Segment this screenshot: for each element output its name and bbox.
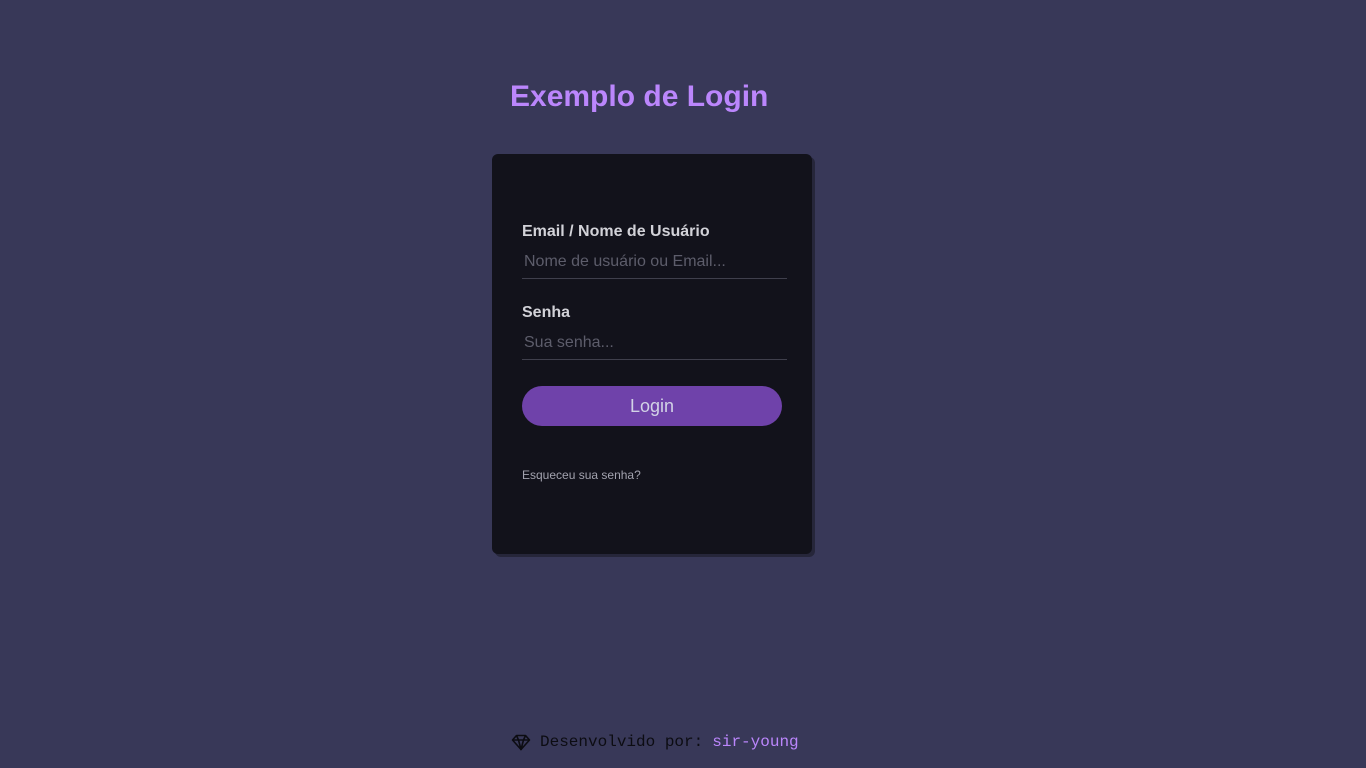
gem-icon bbox=[511, 732, 531, 752]
email-input[interactable] bbox=[522, 245, 787, 279]
login-card: Email / Nome de Usuário Senha Login Esqu… bbox=[492, 154, 812, 554]
email-label: Email / Nome de Usuário bbox=[522, 223, 710, 240]
footer-credit-prefix: Desenvolvido por: bbox=[540, 733, 704, 751]
forgot-password-link[interactable]: Esqueceu sua senha? bbox=[522, 468, 641, 482]
password-label: Senha bbox=[522, 304, 571, 321]
footer: Desenvolvido por: sir-young bbox=[511, 731, 799, 753]
footer-author-link[interactable]: sir-young bbox=[712, 733, 798, 751]
password-input[interactable] bbox=[522, 326, 787, 360]
login-button[interactable]: Login bbox=[522, 386, 782, 426]
page-title: Exemplo de Login bbox=[510, 80, 769, 113]
